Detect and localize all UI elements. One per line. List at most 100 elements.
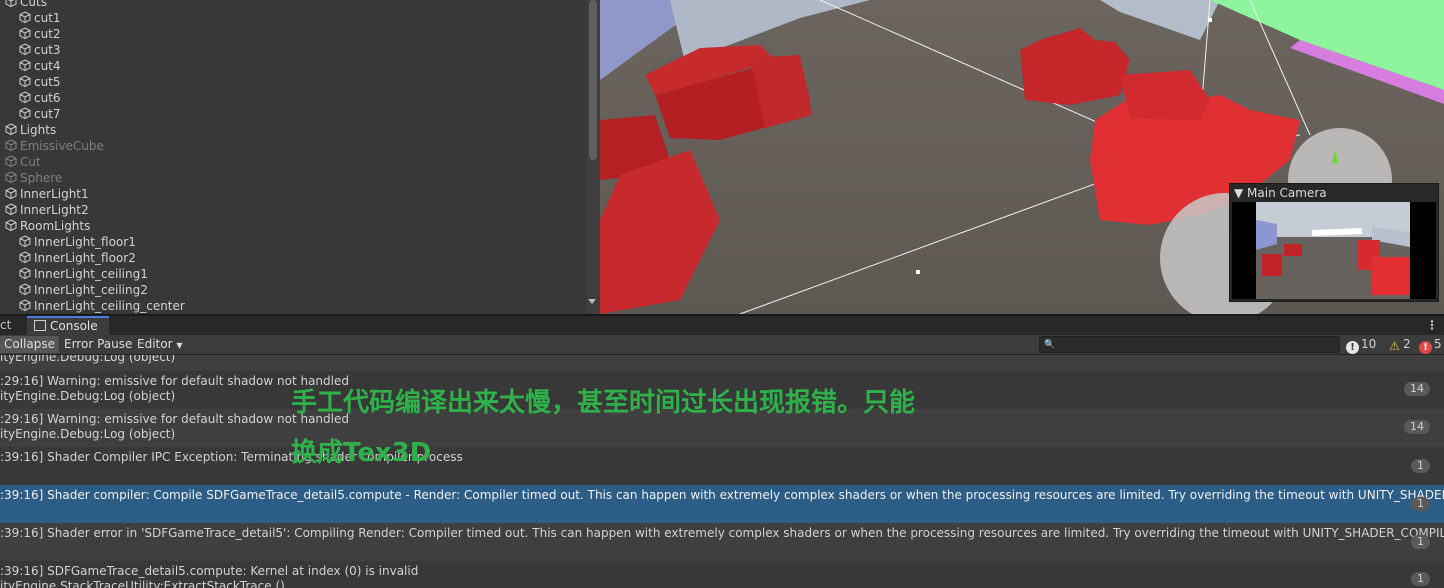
console-entry-count-badge: 1 bbox=[1411, 535, 1430, 549]
hierarchy-item-label: cut5 bbox=[34, 75, 61, 89]
camera-preview: ▼ Main Camera bbox=[1229, 183, 1439, 302]
error-count-toggle[interactable]: ! 5 bbox=[1419, 336, 1442, 354]
console-entry-count-badge: 14 bbox=[1404, 420, 1430, 434]
console-entry-count-badge: 1 bbox=[1411, 572, 1430, 586]
tab-project[interactable]: ct bbox=[0, 316, 11, 335]
hierarchy-item[interactable]: cut7 bbox=[0, 106, 61, 122]
console-entry-message: :39:16] SDFGameTrace_detail5.compute: Ke… bbox=[0, 564, 419, 578]
scroll-down-arrow-icon[interactable] bbox=[588, 299, 596, 304]
hierarchy-item-label: Sphere bbox=[20, 171, 63, 185]
gameobject-cube-icon bbox=[19, 10, 31, 27]
hierarchy-item-label: EmissiveCube bbox=[20, 139, 104, 153]
camera-preview-header: ▼ Main Camera bbox=[1234, 186, 1327, 200]
hierarchy-item[interactable]: InnerLight_floor1 bbox=[0, 234, 136, 250]
hierarchy-item[interactable]: cut5 bbox=[0, 74, 61, 90]
hierarchy-item[interactable]: cut1 bbox=[0, 10, 61, 26]
bound-handle[interactable] bbox=[916, 270, 920, 274]
console-entry[interactable]: :39:16] Shader compiler: Compile SDFGame… bbox=[0, 485, 1444, 523]
gameobject-cube-icon bbox=[5, 0, 17, 11]
gameobject-cube-icon bbox=[19, 250, 31, 267]
console-entry-stacktrace: ityEngine.Debug:Log (object) bbox=[0, 389, 176, 403]
overlay-annotation-line1: 手工代码编译出来太慢，甚至时间过长出现报错。只能 bbox=[291, 388, 916, 418]
warning-count-toggle[interactable]: ⚠ 2 bbox=[1388, 336, 1411, 353]
collapse-button[interactable]: Collapse bbox=[0, 336, 59, 353]
error-icon: ! bbox=[1419, 341, 1432, 354]
warning-count: 2 bbox=[1403, 337, 1411, 351]
console-entry-count-badge: 1 bbox=[1411, 459, 1430, 473]
gameobject-cube-icon bbox=[5, 138, 17, 155]
gameobject-cube-icon bbox=[19, 266, 31, 283]
hierarchy-item-label: cut2 bbox=[34, 27, 61, 41]
hierarchy-item[interactable]: InnerLight_floor2 bbox=[0, 250, 136, 266]
gameobject-cube-icon bbox=[5, 186, 17, 203]
error-count: 5 bbox=[1434, 337, 1442, 351]
hierarchy-item-label: InnerLight2 bbox=[20, 203, 89, 217]
hierarchy-item[interactable]: cut6 bbox=[0, 90, 61, 106]
hierarchy-item[interactable]: InnerLight_ceiling2 bbox=[0, 282, 148, 298]
hierarchy-item-label: InnerLight1 bbox=[20, 187, 89, 201]
gameobject-cube-icon bbox=[19, 26, 31, 43]
hierarchy-item-label: InnerLight_floor1 bbox=[34, 235, 136, 249]
hierarchy-item[interactable]: Cuts bbox=[0, 0, 47, 10]
hierarchy-item-label: cut4 bbox=[34, 59, 61, 73]
hierarchy-item[interactable]: Sphere bbox=[0, 170, 62, 186]
gameobject-cube-icon bbox=[5, 170, 17, 187]
tab-console-label: Console bbox=[50, 319, 98, 333]
hierarchy-item[interactable]: InnerLight_ceiling1 bbox=[0, 266, 148, 282]
console-entry-stacktrace: ityEngine.Debug:Log (object) bbox=[0, 427, 176, 441]
console-entry-stacktrace: ityEngine.StackTraceUtility:ExtractStack… bbox=[0, 579, 285, 588]
hierarchy-item[interactable]: EmissiveCube bbox=[0, 138, 104, 154]
console-entry[interactable]: :39:16] SDFGameTrace_detail5.compute: Ke… bbox=[0, 561, 1444, 588]
console-entry-message: :39:16] Shader compiler: Compile SDFGame… bbox=[0, 488, 1444, 502]
console-tab-bar: ct Console ⋮ bbox=[0, 316, 1444, 335]
hierarchy-item[interactable]: cut3 bbox=[0, 42, 61, 58]
gameobject-cube-icon bbox=[19, 298, 31, 315]
chevron-down-icon: ▼ bbox=[176, 341, 183, 350]
error-pause-button[interactable]: Error Pause bbox=[60, 336, 136, 353]
hierarchy-item-label: InnerLight_ceiling_center bbox=[34, 299, 185, 313]
tab-console[interactable]: Console bbox=[27, 316, 109, 335]
hierarchy-item-label: cut3 bbox=[34, 43, 61, 57]
console-entry-count-badge: 14 bbox=[1404, 382, 1430, 396]
hierarchy-item[interactable]: InnerLight2 bbox=[0, 202, 89, 218]
editor-dropdown[interactable]: Editor ▼ bbox=[133, 336, 187, 353]
hierarchy-item[interactable]: cut4 bbox=[0, 58, 61, 74]
camera-preview-title: Main Camera bbox=[1247, 186, 1327, 200]
gameobject-cube-icon bbox=[19, 58, 31, 75]
hierarchy-item-label: cut1 bbox=[34, 11, 61, 25]
info-count-toggle[interactable]: ! 10 bbox=[1346, 336, 1376, 354]
search-icon: 🔍 bbox=[1044, 340, 1056, 350]
gameobject-cube-icon bbox=[5, 154, 17, 171]
hierarchy-item-label: InnerLight_ceiling1 bbox=[34, 267, 148, 281]
console-entry-message: :39:16] Shader error in 'SDFGameTrace_de… bbox=[0, 526, 1444, 540]
console-entry[interactable]: :39:16] Shader Compiler IPC Exception: T… bbox=[0, 447, 1444, 485]
hierarchy-item[interactable]: cut2 bbox=[0, 26, 61, 42]
hierarchy-item[interactable]: RoomLights bbox=[0, 218, 90, 234]
gameobject-cube-icon bbox=[19, 42, 31, 59]
console-search-input[interactable]: 🔍 bbox=[1039, 336, 1340, 353]
hierarchy-item-label: cut7 bbox=[34, 107, 61, 121]
warning-icon: ⚠ bbox=[1389, 339, 1400, 353]
gameobject-cube-icon bbox=[19, 106, 31, 123]
gameobject-cube-icon bbox=[19, 282, 31, 299]
more-options-icon[interactable]: ⋮ bbox=[1426, 316, 1438, 334]
overlay-annotation-line2: 换成Tex3D bbox=[291, 438, 432, 468]
console-entry-message: ityEngine.Debug:Log (object) bbox=[0, 355, 176, 364]
hierarchy-item-label: InnerLight_ceiling2 bbox=[34, 283, 148, 297]
hierarchy-item-label: RoomLights bbox=[20, 219, 91, 233]
console-entry[interactable]: :39:16] Shader error in 'SDFGameTrace_de… bbox=[0, 523, 1444, 561]
hierarchy-scroll-thumb[interactable] bbox=[589, 0, 597, 160]
hierarchy-item[interactable]: InnerLight1 bbox=[0, 186, 89, 202]
hierarchy-item-label: Cut bbox=[20, 155, 41, 169]
hierarchy-item-label: cut6 bbox=[34, 91, 61, 105]
bound-handle[interactable] bbox=[1208, 18, 1212, 22]
hierarchy-item[interactable]: Cut bbox=[0, 154, 41, 170]
camera-preview-image bbox=[1232, 202, 1436, 299]
console-toolbar: Collapse Error Pause Editor ▼ 🔍 ! 10 ⚠ 2 !… bbox=[0, 335, 1444, 355]
hierarchy-item[interactable]: Lights bbox=[0, 122, 56, 138]
gameobject-cube-icon bbox=[5, 122, 17, 139]
gameobject-cube-icon bbox=[19, 74, 31, 91]
hierarchy-item[interactable]: InnerLight_ceiling_center bbox=[0, 298, 185, 314]
console-entry-count-badge: 1 bbox=[1411, 497, 1430, 511]
info-icon: ! bbox=[1346, 341, 1359, 354]
